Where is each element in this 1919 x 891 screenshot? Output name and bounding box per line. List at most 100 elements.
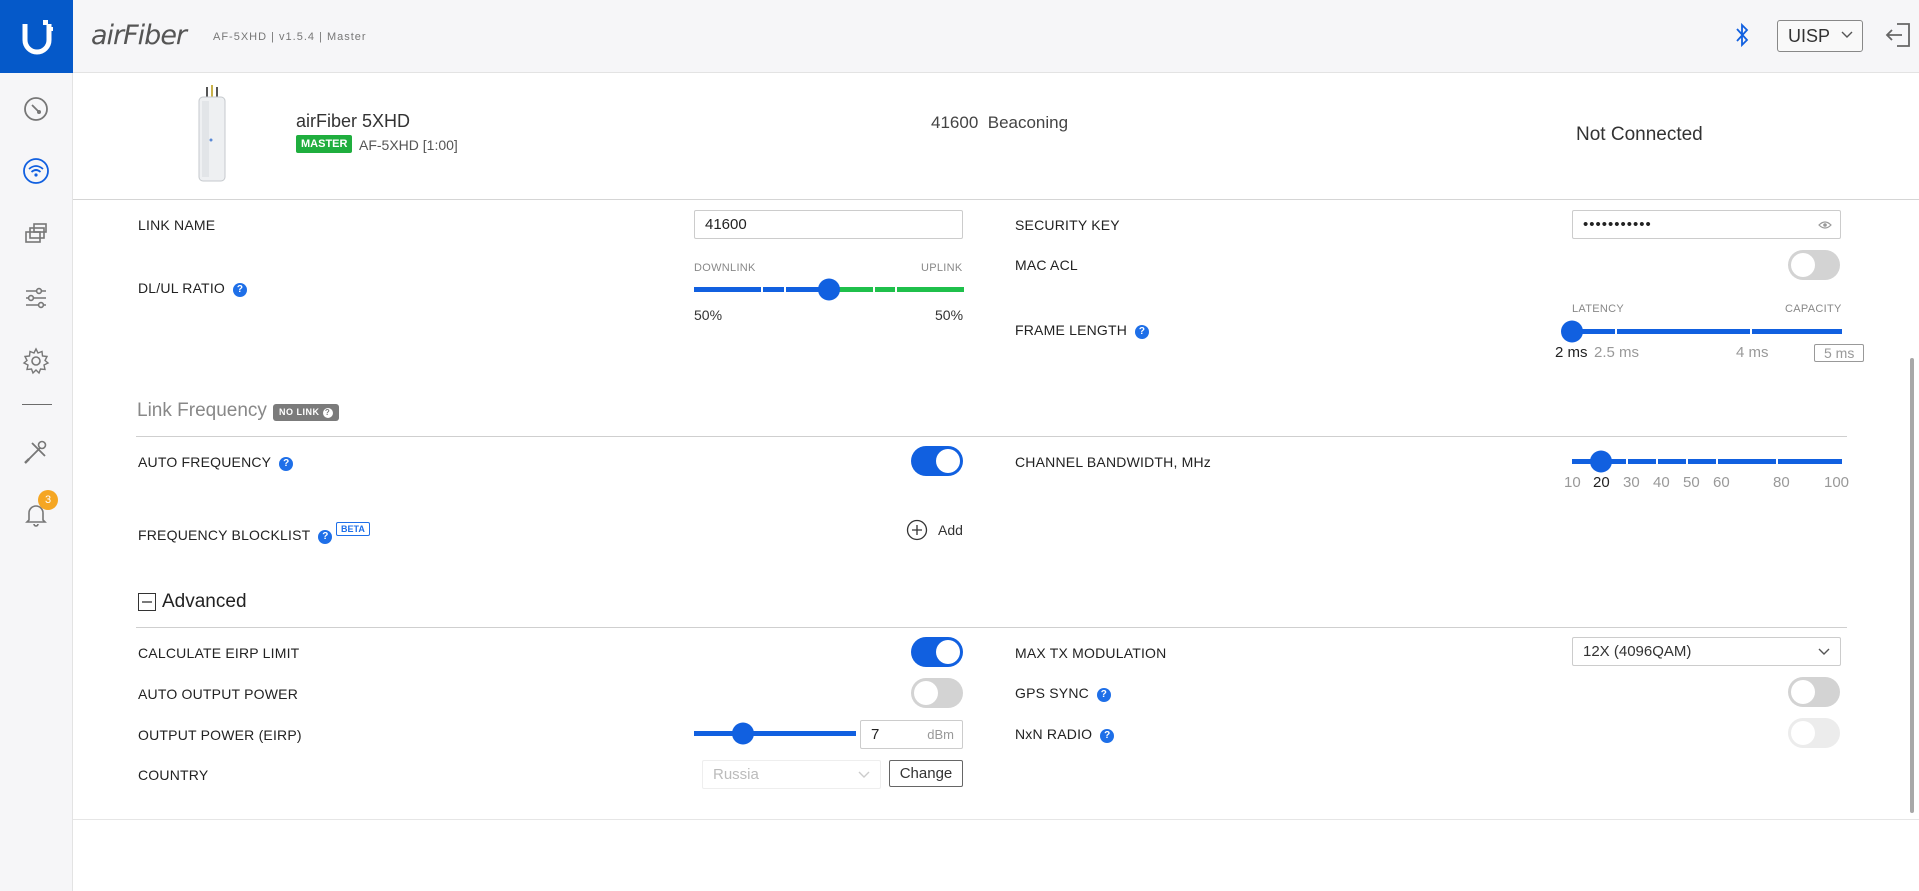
sidebar: 3 (0, 0, 73, 891)
device-model: AF-5XHD [1:00] (359, 137, 458, 153)
output-power-unit: dBm (927, 727, 954, 742)
channel-bandwidth-track (1572, 459, 1842, 464)
output-power-input[interactable]: 7 dBm (860, 720, 963, 749)
link-frequency-title: Link Frequency (137, 400, 267, 421)
tools-icon[interactable] (20, 436, 52, 468)
chevron-down-icon (1841, 31, 1853, 38)
uisp-dropdown[interactable]: UISP (1777, 20, 1863, 52)
auto-frequency-text: AUTO FREQUENCY (138, 454, 272, 470)
max-tx-modulation-label: MAX TX MODULATION (1015, 645, 1167, 661)
security-key-value: ••••••••••• (1583, 216, 1652, 233)
toggle-knob (1791, 680, 1815, 704)
channel-bandwidth-slider[interactable] (1556, 450, 1848, 474)
role-badge: MASTER (296, 135, 353, 153)
calculate-eirp-toggle[interactable] (911, 637, 963, 667)
dl-ul-ratio-text: DL/UL RATIO (138, 280, 225, 296)
toggle-knob (936, 640, 960, 664)
channel-bandwidth-slider-handle[interactable] (1590, 450, 1612, 473)
downlink-track (694, 287, 826, 292)
bw-tick-10[interactable]: 10 (1564, 474, 1581, 491)
nxn-radio-text: NxN RADIO (1015, 726, 1093, 742)
help-icon[interactable]: ? (1100, 729, 1115, 743)
connection-status: Not Connected (1576, 124, 1703, 145)
channel-bandwidth-label: CHANNEL BANDWIDTH, MHz (1015, 454, 1211, 470)
change-country-button[interactable]: Change (889, 760, 963, 787)
auto-frequency-toggle[interactable] (911, 446, 963, 476)
content-bottom-divider (73, 819, 1919, 820)
frame-length-slider[interactable] (1556, 320, 1848, 344)
link-status-state: Beaconing (987, 113, 1069, 132)
ubiquiti-logo[interactable] (0, 0, 73, 73)
sidebar-divider (22, 404, 52, 405)
frame-tick-5ms[interactable]: 5 ms (1814, 344, 1865, 362)
help-icon[interactable]: ? (233, 283, 247, 297)
output-power-slider-handle[interactable] (732, 722, 754, 745)
output-power-value: 7 (871, 726, 880, 743)
beta-badge: BETA (336, 522, 370, 536)
help-icon[interactable]: ? (1135, 325, 1150, 339)
bw-tick-40[interactable]: 40 (1653, 474, 1670, 491)
toggle-knob (1791, 721, 1815, 745)
uplink-caption: UPLINK (921, 262, 963, 274)
dl-ul-ratio-slider[interactable] (690, 278, 970, 302)
collapse-minus-icon (138, 593, 156, 611)
link-status: 41600 Beaconing (931, 113, 1068, 133)
calculate-eirp-label: CALCULATE EIRP LIMIT (138, 645, 300, 661)
nxn-radio-toggle[interactable] (1788, 718, 1840, 748)
toggle-knob (914, 681, 938, 705)
security-key-input[interactable]: ••••••••••• (1572, 210, 1841, 239)
advanced-section-toggle[interactable]: Advanced (138, 591, 247, 613)
services-sliders-icon[interactable] (20, 282, 52, 314)
frequency-blocklist-text: FREQUENCY BLOCKLIST (138, 527, 311, 543)
wireless-icon[interactable] (20, 155, 52, 187)
frame-tick-2ms[interactable]: 2 ms (1555, 344, 1588, 361)
dl-ul-ratio-label: DL/UL RATIO? (138, 280, 247, 297)
capacity-caption: CAPACITY (1785, 303, 1842, 315)
uisp-label: UISP (1788, 26, 1831, 46)
advanced-title: Advanced (162, 591, 247, 612)
auto-output-power-toggle[interactable] (911, 678, 963, 708)
country-select: Russia (702, 760, 881, 789)
frame-tick-2-5ms[interactable]: 2.5 ms (1594, 344, 1639, 361)
notification-count-badge: 3 (38, 490, 58, 510)
logout-icon[interactable] (1883, 20, 1913, 55)
firmware-info: AF-5XHD | v1.5.4 | Master (213, 31, 367, 43)
bw-tick-30[interactable]: 30 (1623, 474, 1640, 491)
max-tx-modulation-select[interactable]: 12X (4096QAM) (1572, 637, 1841, 666)
frame-length-slider-handle[interactable] (1561, 320, 1583, 343)
link-name-input[interactable]: 41600 (694, 210, 963, 239)
bw-tick-100[interactable]: 100 (1824, 474, 1849, 491)
gps-sync-label: GPS SYNC? (1015, 685, 1111, 702)
no-link-badge: NO LINK ? (273, 404, 339, 421)
uplink-percent: 50% (935, 307, 964, 323)
frame-tick-4ms[interactable]: 4 ms (1736, 344, 1769, 361)
help-icon[interactable]: ? (1096, 688, 1111, 702)
bluetooth-icon[interactable] (1734, 21, 1750, 54)
bw-tick-50[interactable]: 50 (1683, 474, 1700, 491)
device-image (191, 85, 233, 185)
settings-gear-icon[interactable] (20, 345, 52, 377)
help-icon[interactable]: ? (318, 530, 333, 544)
network-icon[interactable] (20, 218, 52, 250)
frame-length-text: FRAME LENGTH (1015, 322, 1128, 338)
output-power-track (694, 731, 856, 736)
bw-tick-20[interactable]: 20 (1593, 474, 1610, 491)
downlink-percent: 50% (694, 307, 723, 323)
output-power-slider[interactable] (690, 722, 860, 746)
bw-tick-60[interactable]: 60 (1713, 474, 1730, 491)
mac-acl-toggle[interactable] (1788, 250, 1840, 280)
section-divider (136, 436, 1847, 437)
help-icon[interactable]: ? (279, 457, 294, 471)
gps-sync-toggle[interactable] (1788, 677, 1840, 707)
bw-tick-80[interactable]: 80 (1773, 474, 1790, 491)
add-blocklist-button[interactable]: Add (906, 519, 963, 541)
no-link-text: NO LINK (279, 407, 320, 417)
vertical-scrollbar[interactable] (1910, 358, 1914, 813)
help-icon[interactable]: ? (322, 408, 333, 418)
auto-output-power-label: AUTO OUTPUT POWER (138, 686, 299, 702)
mac-acl-label: MAC ACL (1015, 257, 1078, 273)
downlink-caption: DOWNLINK (694, 262, 756, 274)
dashboard-icon[interactable] (20, 93, 52, 125)
dl-ul-slider-handle[interactable] (818, 278, 840, 301)
show-password-eye-icon[interactable] (1818, 220, 1832, 230)
